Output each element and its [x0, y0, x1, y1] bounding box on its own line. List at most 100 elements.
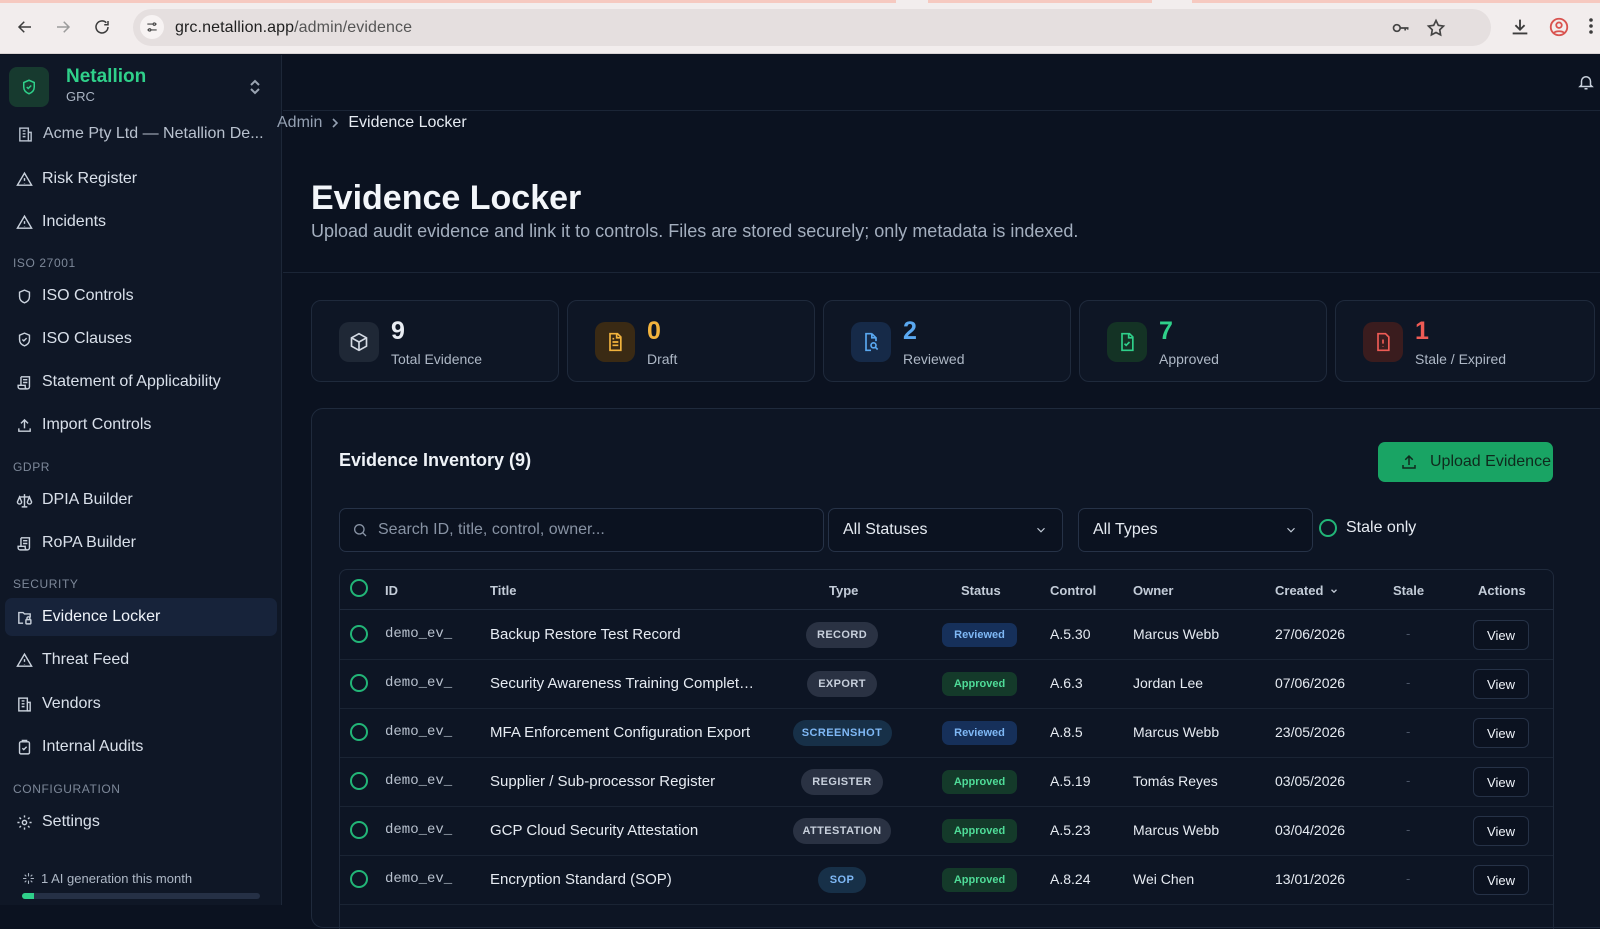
sidebar-item-soa[interactable]: Statement of Applicability	[5, 363, 277, 401]
status-badge: Approved	[942, 672, 1017, 696]
status-filter-select[interactable]: All Statuses	[828, 508, 1063, 552]
sidebar-item-label: Evidence Locker	[42, 608, 161, 625]
view-button[interactable]: View	[1473, 669, 1529, 699]
sidebar-item-threat-feed[interactable]: Threat Feed	[5, 641, 277, 679]
brand-sub: GRC	[66, 89, 95, 104]
stat-label: Total Evidence	[391, 351, 483, 367]
sidebar-item-dpia-builder[interactable]: DPIA Builder	[5, 481, 277, 519]
browser-chrome: grc.netallion.app/admin/evidence	[0, 0, 1600, 54]
sidebar-item-iso-controls[interactable]: ISO Controls	[5, 277, 277, 315]
type-badge: EXPORT	[807, 671, 877, 697]
folder-lock-icon	[18, 611, 32, 625]
stale-only-toggle[interactable]: Stale only	[1319, 519, 1416, 537]
row-select-checkbox[interactable]	[350, 821, 368, 839]
stat-card-stale: 1 Stale / Expired	[1335, 300, 1595, 382]
table-row[interactable]: demo_ev_ Backup Restore Test Record RECORD…	[340, 610, 1553, 660]
file-check-icon	[1107, 322, 1147, 362]
search-input[interactable]	[378, 521, 798, 539]
sidebar-item-iso-clauses[interactable]: ISO Clauses	[5, 320, 277, 358]
sidebar-item-label: Threat Feed	[42, 651, 130, 668]
section-label-gdpr: GDPR	[13, 460, 51, 474]
sidebar-item-incidents[interactable]: Incidents	[5, 203, 277, 241]
bookmark-star-icon[interactable]	[1426, 18, 1446, 38]
sidebar-item-label: Settings	[42, 813, 100, 830]
col-status[interactable]: Status	[961, 583, 1001, 598]
bell-icon[interactable]	[1577, 72, 1597, 92]
breadcrumb-admin[interactable]: Admin	[277, 114, 322, 132]
view-button[interactable]: View	[1473, 718, 1529, 748]
sidebar-item-risk-register[interactable]: Risk Register	[5, 160, 277, 198]
col-stale[interactable]: Stale	[1393, 583, 1424, 598]
col-control[interactable]: Control	[1050, 583, 1096, 598]
org-selector[interactable]: Acme Pty Ltd — Netallion De...	[17, 123, 267, 145]
row-select-checkbox[interactable]	[350, 674, 368, 692]
address-bar[interactable]: grc.netallion.app/admin/evidence	[133, 9, 1491, 46]
reload-button[interactable]	[90, 15, 114, 39]
row-select-checkbox[interactable]	[350, 870, 368, 888]
tab-strip-edge	[0, 0, 1600, 3]
warning-triangle-icon	[16, 652, 33, 667]
upload-evidence-button[interactable]: Upload Evidence	[1378, 442, 1553, 482]
warning-triangle-icon	[16, 214, 33, 229]
row-select-checkbox[interactable]	[350, 625, 368, 643]
status-filter-value: All Statuses	[843, 521, 928, 538]
table-row[interactable]: demo_ev_ Supplier / Sub-processor Registe…	[340, 757, 1553, 807]
cell-control: A.5.30	[1050, 626, 1091, 642]
select-all-checkbox[interactable]	[350, 579, 368, 597]
view-button[interactable]: View	[1473, 816, 1529, 846]
building-icon	[18, 696, 31, 712]
col-type[interactable]: Type	[829, 583, 858, 598]
url-text[interactable]: grc.netallion.app/admin/evidence	[175, 19, 412, 37]
view-button[interactable]: View	[1473, 767, 1529, 797]
sidebar-item-internal-audits[interactable]: Internal Audits	[5, 728, 277, 766]
table-row[interactable]: demo_ev_ Security Awareness Training Comp…	[340, 659, 1553, 709]
sidebar-item-settings[interactable]: Settings	[5, 803, 277, 841]
breadcrumb: Admin Evidence Locker	[277, 114, 467, 132]
cell-stale: -	[1406, 675, 1411, 690]
sidebar-item-evidence-locker[interactable]: Evidence Locker	[5, 598, 277, 636]
table-row[interactable]: demo_ev_ GCP Cloud Security Attestation AT…	[340, 806, 1553, 856]
cell-title: GCP Cloud Security Attestation	[490, 822, 699, 839]
col-created[interactable]: Created	[1275, 583, 1339, 598]
status-badge: Approved	[942, 770, 1017, 794]
view-button[interactable]: View	[1473, 620, 1529, 650]
cell-title: MFA Enforcement Configuration Export	[490, 724, 751, 741]
box-icon	[339, 322, 379, 362]
table-row[interactable]: demo_ev_ Encryption Standard (SOP) SOP Appr…	[340, 855, 1553, 905]
chevron-down-icon	[1287, 527, 1295, 533]
header-divider	[283, 272, 1600, 273]
col-owner[interactable]: Owner	[1133, 583, 1173, 598]
workspace-switcher[interactable]: Netallion GRC	[9, 65, 273, 110]
sidebar-item-import-controls[interactable]: Import Controls	[5, 406, 277, 444]
site-info-icon[interactable]	[140, 15, 164, 39]
type-filter-value: All Types	[1093, 521, 1158, 538]
view-button[interactable]: View	[1473, 865, 1529, 895]
chevron-right-icon	[332, 118, 339, 128]
row-select-checkbox[interactable]	[350, 772, 368, 790]
section-label-configuration: CONFIGURATION	[13, 782, 121, 796]
back-button[interactable]	[13, 15, 37, 39]
search-box[interactable]	[339, 508, 824, 552]
type-badge: SCREENSHOT	[792, 720, 892, 746]
warning-triangle-icon	[16, 171, 33, 186]
sidebar-item-ropa-builder[interactable]: RoPA Builder	[5, 524, 277, 562]
sidebar-item-label: DPIA Builder	[42, 491, 133, 508]
key-icon[interactable]	[1391, 18, 1411, 38]
col-id[interactable]: ID	[385, 583, 398, 598]
row-select-checkbox[interactable]	[350, 723, 368, 741]
download-icon[interactable]	[1509, 16, 1531, 38]
evidence-inventory-card: Evidence Inventory (9) Upload Evidence A…	[311, 408, 1600, 929]
profile-avatar-icon[interactable]	[1548, 16, 1570, 38]
type-filter-select[interactable]: All Types	[1078, 508, 1313, 552]
table-row[interactable]: demo_ev_ MFA Enforcement Configuration Ex…	[340, 708, 1553, 758]
status-badge: Reviewed	[942, 623, 1017, 647]
col-title[interactable]: Title	[490, 583, 517, 598]
upload-icon	[18, 418, 31, 432]
browser-menu-icon[interactable]	[1588, 16, 1598, 38]
forward-button[interactable]	[51, 15, 75, 39]
sidebar-item-vendors[interactable]: Vendors	[5, 685, 277, 723]
ai-usage-progress	[22, 893, 260, 899]
sidebar-item-label: Internal Audits	[42, 738, 144, 755]
section-label-security: SECURITY	[13, 577, 79, 591]
stale-only-radio[interactable]	[1319, 519, 1337, 537]
